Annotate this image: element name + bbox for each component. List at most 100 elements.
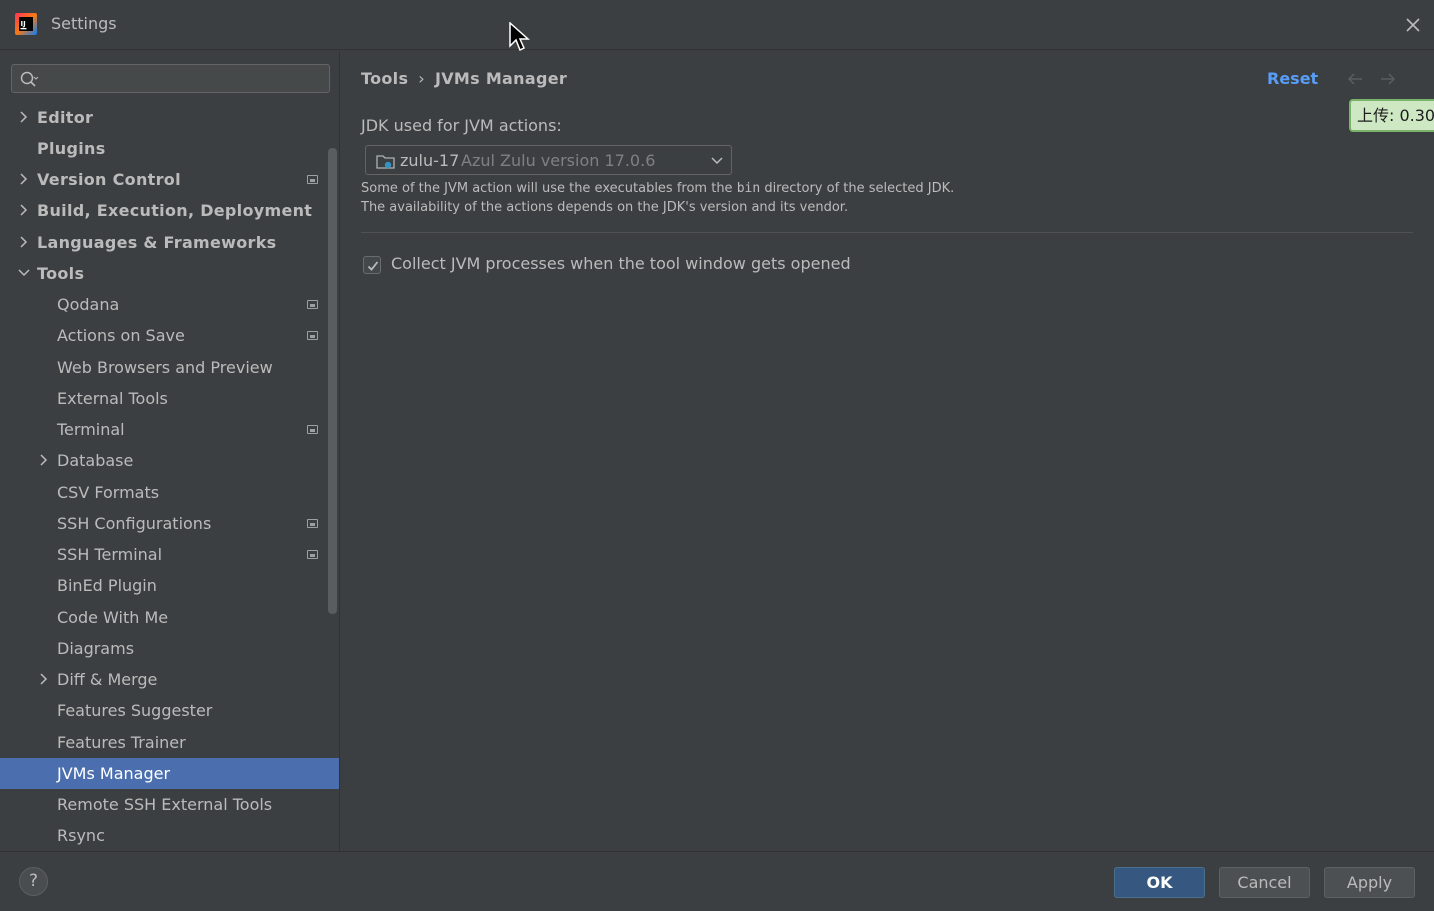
sidebar-item-terminal[interactable]: Terminal: [0, 414, 339, 445]
breadcrumb-current: JVMs Manager: [434, 69, 568, 88]
settings-search[interactable]: [11, 64, 330, 93]
settings-content: Tools › JVMs Manager Reset 上传: 0.30 JDK us…: [341, 51, 1434, 851]
project-settings-icon: [307, 519, 318, 528]
jdk-hint-line-2: The availability of the actions depends …: [361, 200, 849, 215]
sidebar-item-plugins[interactable]: Plugins: [0, 133, 339, 164]
sidebar-scrollbar[interactable]: [328, 148, 337, 614]
jdk-name: zulu-17: [400, 151, 460, 170]
sidebar-item-rsync[interactable]: Rsync: [0, 820, 339, 851]
project-settings-icon: [307, 300, 318, 309]
sidebar-item-label: Tools: [37, 264, 85, 283]
project-settings-icon: [307, 331, 318, 340]
sidebar-item-label: Qodana: [57, 295, 120, 314]
intellij-app-icon: IJ: [15, 13, 37, 35]
sidebar-item-database[interactable]: Database: [0, 445, 339, 476]
sidebar-item-tools[interactable]: Tools: [0, 258, 339, 289]
sidebar-item-diagrams[interactable]: Diagrams: [0, 633, 339, 664]
project-settings-icon: [307, 175, 318, 184]
sidebar-item-label: Database: [57, 451, 134, 470]
sidebar-item-jvms-manager[interactable]: JVMs Manager: [0, 758, 339, 789]
sidebar-item-label: SSH Configurations: [57, 514, 212, 533]
sidebar-item-label: Diff & Merge: [57, 670, 158, 689]
sidebar-item-web-browsers-and-preview[interactable]: Web Browsers and Preview: [0, 352, 339, 383]
sidebar-item-diff-merge[interactable]: Diff & Merge: [0, 664, 339, 695]
chevron-right-icon[interactable]: [38, 454, 50, 466]
jdk-hint-line-1: Some of the JVM action will use the exec…: [361, 181, 954, 196]
apply-button[interactable]: Apply: [1324, 867, 1415, 898]
sidebar-item-remote-ssh-external-tools[interactable]: Remote SSH External Tools: [0, 789, 339, 820]
jdk-label: JDK used for JVM actions:: [361, 116, 562, 135]
sidebar-item-label: Plugins: [37, 139, 106, 158]
sidebar-item-label: Features Suggester: [57, 701, 213, 720]
project-settings-icon: [307, 550, 318, 559]
sidebar-item-label: Diagrams: [57, 639, 135, 658]
sidebar-item-label: SSH Terminal: [57, 545, 163, 564]
sidebar-item-bined-plugin[interactable]: BinEd Plugin: [0, 570, 339, 601]
sidebar-item-label: Actions on Save: [57, 326, 185, 345]
jdk-hint-text-2: directory of the selected JDK.: [760, 181, 955, 196]
breadcrumb: Tools › JVMs Manager: [361, 69, 567, 88]
svg-text:IJ: IJ: [21, 20, 26, 28]
section-divider: [361, 232, 1413, 233]
sidebar-item-ssh-configurations[interactable]: SSH Configurations: [0, 508, 339, 539]
sidebar-item-ssh-terminal[interactable]: SSH Terminal: [0, 539, 339, 570]
sidebar-item-external-tools[interactable]: External Tools: [0, 383, 339, 414]
sidebar-item-label: Version Control: [37, 170, 181, 189]
sidebar-item-csv-formats[interactable]: CSV Formats: [0, 477, 339, 508]
jdk-hint-code: bin: [736, 181, 761, 196]
breadcrumb-separator: ›: [418, 69, 425, 88]
upload-speed-badge: 上传: 0.30: [1349, 99, 1434, 132]
project-settings-icon: [307, 425, 318, 434]
sidebar-item-label: Terminal: [57, 420, 125, 439]
chevron-right-icon[interactable]: [18, 236, 30, 248]
mouse-cursor-icon: [509, 22, 530, 52]
chevron-right-icon[interactable]: [18, 111, 30, 123]
reset-link[interactable]: Reset: [1267, 69, 1318, 88]
help-button[interactable]: ?: [19, 867, 48, 896]
sidebar-item-label: Remote SSH External Tools: [57, 795, 273, 814]
forward-arrow-icon[interactable]: [1379, 71, 1397, 87]
jdk-hint-text-1: Some of the JVM action will use the exec…: [361, 181, 737, 196]
chevron-right-icon[interactable]: [18, 204, 30, 216]
sidebar-item-actions-on-save[interactable]: Actions on Save: [0, 320, 339, 351]
jdk-select-dropdown[interactable]: zulu-17 Azul Zulu version 17.0.6: [365, 145, 732, 175]
sidebar-item-label: Editor: [37, 108, 94, 127]
sidebar-item-languages-frameworks[interactable]: Languages & Frameworks: [0, 227, 339, 258]
sidebar-item-version-control[interactable]: Version Control: [0, 164, 339, 195]
collect-jvm-checkbox[interactable]: [363, 256, 381, 274]
sidebar-item-label: External Tools: [57, 389, 168, 408]
window-title: Settings: [51, 14, 117, 33]
ok-button[interactable]: OK: [1114, 867, 1205, 898]
sidebar-item-label: Languages & Frameworks: [37, 233, 277, 252]
collect-jvm-label: Collect JVM processes when the tool wind…: [391, 254, 851, 273]
sidebar-item-qodana[interactable]: Qodana: [0, 289, 339, 320]
chevron-right-icon[interactable]: [38, 673, 50, 685]
sidebar-item-label: Build, Execution, Deployment: [37, 201, 313, 220]
back-arrow-icon[interactable]: [1346, 71, 1364, 87]
settings-sidebar: Editor Plugins Version Control Build, Execu…: [0, 51, 340, 851]
checkmark-icon: [367, 261, 379, 271]
title-bar: IJ Settings: [0, 0, 1434, 50]
chevron-down-icon[interactable]: [18, 267, 30, 279]
jdk-folder-icon: [376, 155, 395, 169]
sidebar-item-editor[interactable]: Editor: [0, 102, 339, 133]
sidebar-item-label: Web Browsers and Preview: [57, 358, 273, 377]
chevron-down-icon: [711, 157, 723, 165]
sidebar-item-label: Code With Me: [57, 608, 169, 627]
sidebar-item-label: Rsync: [57, 826, 105, 845]
search-input[interactable]: [44, 68, 324, 90]
sidebar-item-code-with-me[interactable]: Code With Me: [0, 602, 339, 633]
cancel-button[interactable]: Cancel: [1219, 867, 1310, 898]
sidebar-item-build-execution-deployment[interactable]: Build, Execution, Deployment: [0, 195, 339, 226]
sidebar-item-label: BinEd Plugin: [57, 576, 157, 595]
sidebar-item-features-suggester[interactable]: Features Suggester: [0, 695, 339, 726]
jdk-version: Azul Zulu version 17.0.6: [461, 151, 656, 170]
chevron-right-icon[interactable]: [18, 173, 30, 185]
close-icon[interactable]: [1400, 12, 1426, 38]
sidebar-item-features-trainer[interactable]: Features Trainer: [0, 727, 339, 758]
sidebar-item-label: JVMs Manager: [57, 764, 171, 783]
dialog-footer: ? OK Cancel Apply: [0, 851, 1434, 911]
breadcrumb-parent[interactable]: Tools: [361, 69, 408, 88]
sidebar-item-label: CSV Formats: [57, 483, 160, 502]
search-icon[interactable]: [19, 70, 39, 88]
